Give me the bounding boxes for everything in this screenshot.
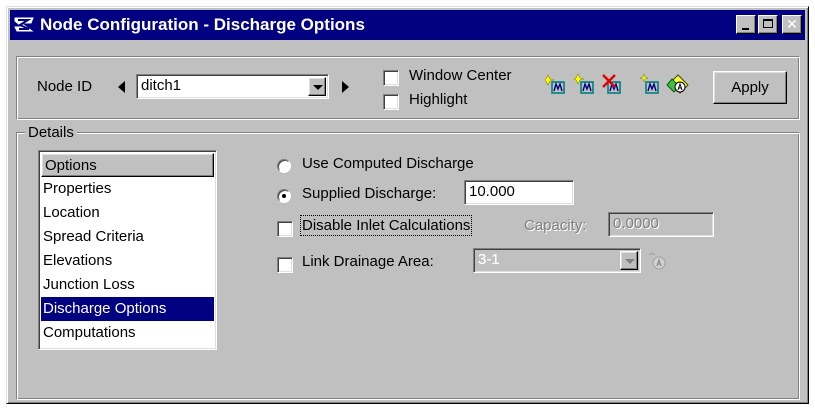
node-id-dropdown-button[interactable] bbox=[308, 77, 326, 96]
supplied-discharge-input[interactable]: 10.000 bbox=[464, 180, 574, 205]
chevron-down-icon bbox=[313, 85, 323, 90]
list-item[interactable]: Computations bbox=[41, 321, 214, 345]
details-group-label: Details bbox=[25, 124, 77, 141]
maximize-icon bbox=[763, 19, 773, 28]
close-icon: ✕ bbox=[786, 16, 798, 33]
window-center-checkbox[interactable] bbox=[383, 70, 399, 86]
options-header-label: Options bbox=[45, 157, 97, 174]
list-item[interactable]: Discharge Options bbox=[41, 297, 214, 321]
node-id-value: ditch1 bbox=[141, 77, 182, 94]
supplied-discharge-label: Supplied Discharge: bbox=[302, 185, 437, 202]
supplied-discharge-radio[interactable] bbox=[277, 189, 291, 203]
title-bar[interactable]: Node Configuration - Discharge Options ✕ bbox=[10, 10, 805, 40]
list-item[interactable]: Junction Loss bbox=[41, 273, 214, 297]
delete-node-icon[interactable] bbox=[601, 73, 625, 97]
node-configuration-window: Node Configuration - Discharge Options ✕… bbox=[6, 6, 809, 404]
disable-inlet-label: Disable Inlet Calculations bbox=[299, 215, 473, 236]
list-item[interactable]: Properties bbox=[41, 177, 214, 201]
next-node-arrow-icon[interactable] bbox=[342, 81, 349, 93]
node-id-combobox[interactable]: ditch1 bbox=[136, 74, 329, 99]
edit-node-icon[interactable] bbox=[574, 73, 598, 97]
minimize-button[interactable] bbox=[736, 15, 756, 34]
apply-button[interactable]: Apply bbox=[713, 71, 787, 104]
close-button[interactable]: ✕ bbox=[782, 15, 802, 34]
apply-button-label: Apply bbox=[731, 79, 769, 96]
link-drainage-dropdown-button[interactable] bbox=[620, 251, 638, 270]
window-center-label: Window Center bbox=[409, 67, 512, 84]
node-area-icon[interactable] bbox=[666, 73, 690, 97]
capacity-input[interactable]: 0.0000 bbox=[608, 212, 714, 237]
capacity-label: Capacity: bbox=[524, 217, 587, 234]
drainage-area-icon[interactable] bbox=[647, 251, 669, 273]
node-id-label: Node ID bbox=[37, 78, 93, 95]
options-listbox[interactable]: Options Properties Location Spread Criteri… bbox=[38, 150, 217, 350]
link-drainage-label: Link Drainage Area: bbox=[302, 253, 434, 270]
window-title: Node Configuration - Discharge Options bbox=[40, 15, 365, 34]
use-computed-discharge-radio[interactable] bbox=[277, 159, 291, 173]
previous-node-arrow-icon[interactable] bbox=[118, 81, 125, 93]
highlight-label: Highlight bbox=[409, 91, 468, 108]
options-list-header: Options bbox=[41, 153, 214, 177]
use-computed-discharge-label: Use Computed Discharge bbox=[302, 155, 474, 172]
list-item[interactable]: Location bbox=[41, 201, 214, 225]
link-drainage-checkbox[interactable] bbox=[277, 257, 293, 273]
link-drainage-combobox[interactable]: 3-1 bbox=[473, 248, 641, 273]
capacity-value: 0.0000 bbox=[613, 215, 659, 232]
supplied-discharge-value: 10.000 bbox=[469, 183, 515, 200]
new-node-icon[interactable] bbox=[639, 73, 663, 97]
app-logo-icon bbox=[14, 17, 34, 32]
minimize-icon bbox=[742, 28, 749, 30]
maximize-button[interactable] bbox=[758, 15, 778, 34]
chevron-down-icon bbox=[625, 259, 635, 264]
list-item[interactable]: Spread Criteria bbox=[41, 225, 214, 249]
link-drainage-value: 3-1 bbox=[478, 251, 500, 268]
highlight-checkbox[interactable] bbox=[383, 94, 399, 110]
list-item[interactable]: Elevations bbox=[41, 249, 214, 273]
add-node-icon[interactable] bbox=[545, 73, 569, 97]
disable-inlet-checkbox[interactable] bbox=[277, 221, 293, 237]
